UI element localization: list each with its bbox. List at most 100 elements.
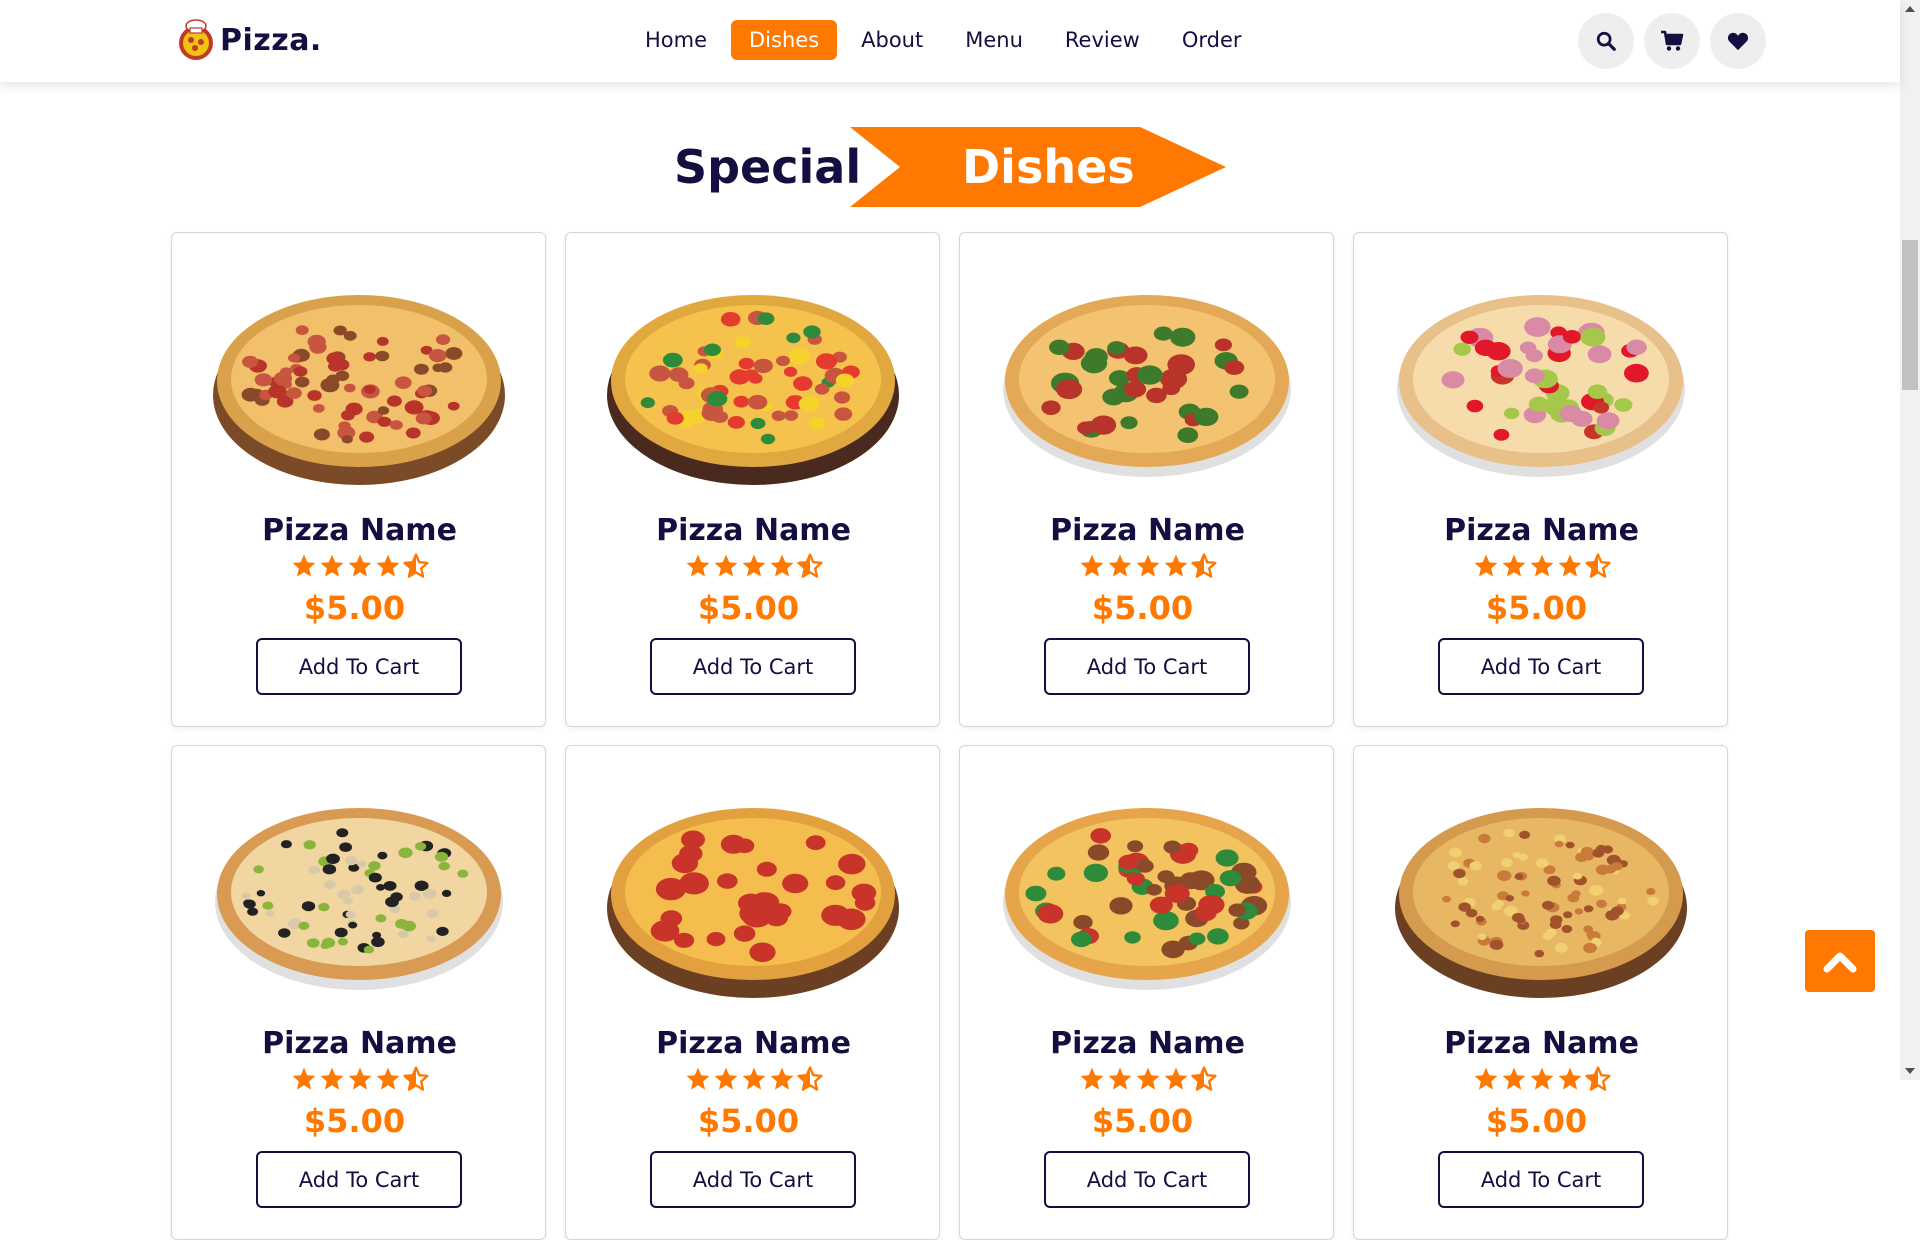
dish-price: $5.00 [303, 589, 406, 627]
star-icon [1108, 1067, 1131, 1090]
heading-word-special: Special [674, 140, 862, 194]
star-half-icon [1584, 553, 1611, 578]
dish-name: Pizza Name [1050, 513, 1245, 548]
star-half-icon [1584, 1066, 1611, 1091]
scrollbar-thumb[interactable] [1902, 240, 1918, 390]
dish-price: $5.00 [1091, 1102, 1194, 1140]
star-icon [714, 1067, 737, 1090]
dish-card: Pizza Name $5.00 Add To Cart [565, 232, 940, 727]
dish-name: Pizza Name [1444, 513, 1639, 548]
star-icon [1502, 1067, 1525, 1090]
star-half-icon [796, 553, 823, 578]
add-to-cart-button[interactable]: Add To Cart [1044, 638, 1250, 695]
star-icon [1474, 554, 1497, 577]
star-icon [1080, 1067, 1103, 1090]
add-to-cart-button[interactable]: Add To Cart [650, 638, 856, 695]
search-button[interactable] [1578, 13, 1634, 69]
star-icon [742, 1067, 765, 1090]
star-icon [1474, 1067, 1497, 1090]
pizza-image [1003, 295, 1291, 477]
section-heading: Special Dishes [670, 127, 1230, 207]
star-rating [1354, 1066, 1729, 1092]
star-icon [348, 1067, 371, 1090]
main-nav: Home Dishes About Menu Review Order [627, 20, 1266, 60]
cart-icon [1661, 30, 1684, 51]
nav-menu[interactable]: Menu [947, 20, 1041, 60]
star-icon [1530, 1067, 1553, 1090]
dish-price: $5.00 [697, 589, 800, 627]
star-icon [376, 554, 399, 577]
star-icon [714, 554, 737, 577]
pizza-image [1395, 808, 1687, 998]
dish-price: $5.00 [1091, 589, 1194, 627]
back-to-top-button[interactable] [1805, 930, 1875, 992]
scroll-down-arrow-icon[interactable] [1900, 1062, 1920, 1080]
star-rating [1354, 553, 1729, 579]
nav-about[interactable]: About [843, 20, 941, 60]
star-icon [1164, 1067, 1187, 1090]
star-icon [292, 554, 315, 577]
star-icon [376, 1067, 399, 1090]
add-to-cart-button[interactable]: Add To Cart [1044, 1151, 1250, 1208]
dish-price: $5.00 [1485, 1102, 1588, 1140]
header-icons [1578, 13, 1776, 69]
star-icon [348, 554, 371, 577]
add-to-cart-button[interactable]: Add To Cart [650, 1151, 856, 1208]
cart-button[interactable] [1644, 13, 1700, 69]
chevron-up-icon [1823, 952, 1857, 973]
dish-card: Pizza Name $5.00 Add To Cart [1353, 232, 1728, 727]
star-icon [1502, 554, 1525, 577]
star-icon [320, 1067, 343, 1090]
nav-dishes[interactable]: Dishes [731, 20, 838, 60]
star-half-icon [402, 553, 429, 578]
nav-order[interactable]: Order [1164, 20, 1260, 60]
star-icon [292, 1067, 315, 1090]
logo[interactable]: Pizza. [176, 18, 322, 62]
star-rating [566, 553, 941, 579]
nav-home[interactable]: Home [627, 20, 725, 60]
dish-card: Pizza Name $5.00 Add To Cart [565, 745, 940, 1240]
star-icon [1108, 554, 1131, 577]
add-to-cart-button[interactable]: Add To Cart [1438, 1151, 1644, 1208]
star-icon [742, 554, 765, 577]
add-to-cart-button[interactable]: Add To Cart [256, 638, 462, 695]
star-icon [770, 1067, 793, 1090]
star-icon [1136, 1067, 1159, 1090]
star-rating [960, 1066, 1335, 1092]
pizza-image [213, 295, 505, 485]
wishlist-button[interactable] [1710, 13, 1766, 69]
star-half-icon [402, 1066, 429, 1091]
star-icon [320, 554, 343, 577]
dish-card: Pizza Name $5.00 Add To Cart [959, 232, 1334, 727]
add-to-cart-button[interactable]: Add To Cart [1438, 638, 1644, 695]
star-icon [1530, 554, 1553, 577]
star-half-icon [796, 1066, 823, 1091]
star-icon [1080, 554, 1103, 577]
star-rating [960, 553, 1335, 579]
scroll-up-arrow-icon[interactable] [1900, 0, 1920, 18]
pizza-image [1003, 808, 1291, 990]
dish-card: Pizza Name $5.00 Add To Cart [959, 745, 1334, 1240]
pizza-image [607, 295, 899, 485]
nav-review[interactable]: Review [1047, 20, 1158, 60]
star-icon [1558, 554, 1581, 577]
dish-name: Pizza Name [262, 513, 457, 548]
heading-word-dishes: Dishes [962, 140, 1135, 194]
page-scrollbar[interactable] [1900, 0, 1920, 1080]
star-half-icon [1190, 553, 1217, 578]
dish-card: Pizza Name $5.00 Add To Cart [1353, 745, 1728, 1240]
star-half-icon [1190, 1066, 1217, 1091]
search-icon [1596, 31, 1616, 51]
star-icon [1558, 1067, 1581, 1090]
star-icon [686, 554, 709, 577]
star-icon [770, 554, 793, 577]
logo-text: Pizza. [220, 22, 322, 58]
dish-price: $5.00 [303, 1102, 406, 1140]
dish-name: Pizza Name [656, 513, 851, 548]
dish-card: Pizza Name $5.00 Add To Cart [171, 745, 546, 1240]
dish-name: Pizza Name [1050, 1026, 1245, 1061]
add-to-cart-button[interactable]: Add To Cart [256, 1151, 462, 1208]
dish-price: $5.00 [1485, 589, 1588, 627]
site-header: Pizza. Home Dishes About Menu Review Ord… [0, 0, 1900, 82]
dish-name: Pizza Name [1444, 1026, 1639, 1061]
